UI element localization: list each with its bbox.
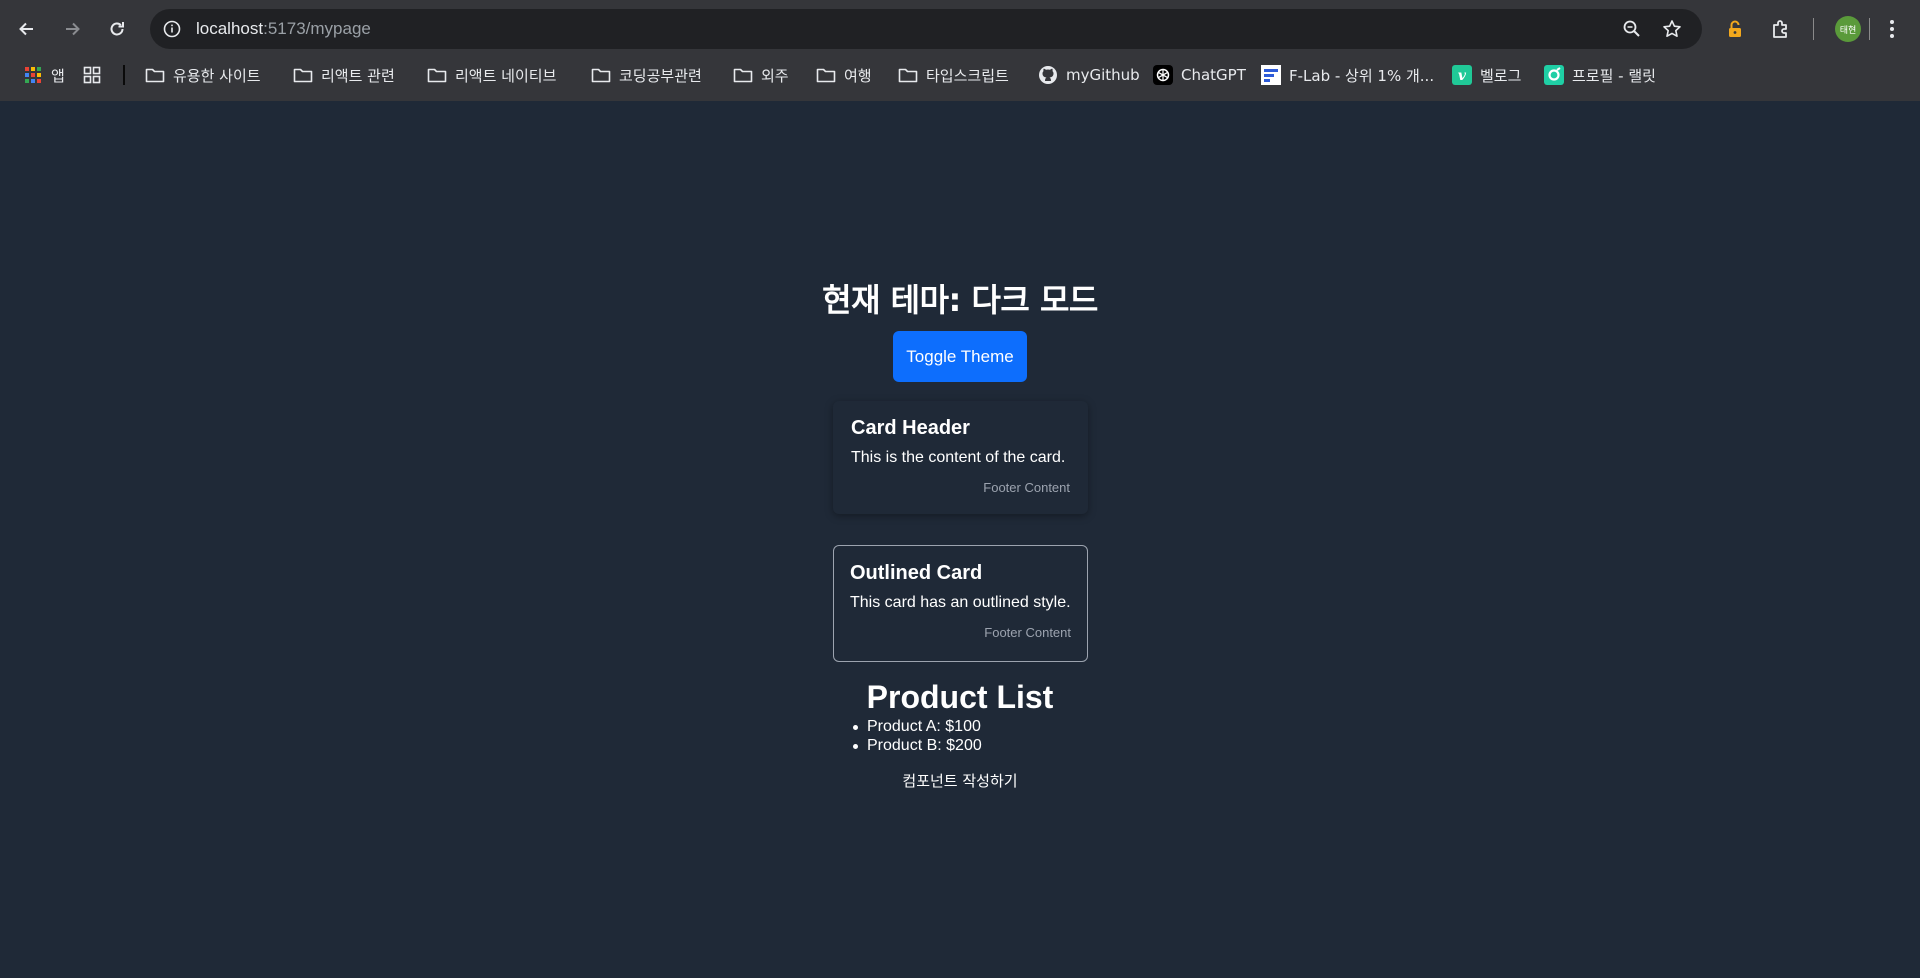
flab-icon bbox=[1261, 65, 1281, 85]
product-list-title: Product List bbox=[866, 679, 1054, 715]
bookmark-folder-useful-sites[interactable]: 유용한 사이트 bbox=[145, 62, 261, 88]
lock-extension-icon[interactable] bbox=[1721, 15, 1749, 43]
product-list: Product A: $100 Product B: $200 bbox=[853, 717, 982, 755]
card-footer: Footer Content bbox=[983, 480, 1070, 495]
extensions-icon[interactable] bbox=[1767, 15, 1795, 43]
arrow-left-icon bbox=[19, 22, 33, 36]
bookmark-flab[interactable]: F-Lab - 상위 1% 개... bbox=[1261, 62, 1434, 88]
list-item: Product B: $200 bbox=[853, 736, 982, 755]
github-icon bbox=[1038, 65, 1058, 85]
bookmark-label: 앱 bbox=[51, 66, 65, 85]
zoom-icon[interactable] bbox=[1620, 17, 1644, 41]
chatgpt-icon bbox=[1153, 65, 1173, 85]
card-header: Card Header bbox=[851, 417, 970, 439]
page-content: 현재 테마: 다크 모드 Toggle Theme Card Header Th… bbox=[0, 101, 1920, 978]
bookmark-label: ChatGPT bbox=[1181, 66, 1246, 84]
browser-toolbar: localhost:5173/mypage 태현 bbox=[0, 0, 1920, 58]
bookmark-label: 유용한 사이트 bbox=[173, 66, 261, 85]
url-path: :5173/mypage bbox=[263, 19, 371, 38]
list-item: Product A: $100 bbox=[853, 717, 982, 736]
browser-chrome: localhost:5173/mypage 태현 앱 유용한 사이트 리액트 관… bbox=[0, 0, 1920, 101]
bookmark-folder-travel[interactable]: 여행 bbox=[816, 62, 872, 88]
folder-icon bbox=[591, 65, 611, 85]
bookmark-label: 외주 bbox=[761, 66, 789, 85]
address-bar[interactable]: localhost:5173/mypage bbox=[150, 9, 1702, 49]
bookmarks-divider bbox=[123, 65, 125, 85]
folder-icon bbox=[898, 65, 918, 85]
bookmark-label: F-Lab - 상위 1% 개... bbox=[1289, 66, 1435, 85]
bullet-icon bbox=[853, 725, 858, 730]
product-label: Product B: $200 bbox=[867, 737, 982, 754]
folder-icon bbox=[427, 65, 447, 85]
bookmark-label: 벨로그 bbox=[1480, 66, 1522, 85]
product-label: Product A: $100 bbox=[867, 718, 981, 735]
bookmark-mygithub[interactable]: myGithub bbox=[1038, 62, 1140, 88]
url-host: localhost bbox=[196, 19, 264, 38]
outlined-card-content: This card has an outlined style. bbox=[850, 594, 1071, 611]
bookmark-chatgpt[interactable]: ChatGPT bbox=[1153, 62, 1246, 88]
bookmark-folder-react-native[interactable]: 리액트 네이티브 bbox=[427, 62, 556, 88]
bookmark-label: 리액트 네이티브 bbox=[455, 66, 557, 85]
bookmark-label: 리액트 관련 bbox=[321, 66, 395, 85]
star-icon[interactable] bbox=[1660, 17, 1684, 41]
write-component-text: 컴포넌트 작성하기 bbox=[902, 772, 1018, 790]
bookmark-folder-outsourcing[interactable]: 외주 bbox=[733, 62, 789, 88]
bookmark-label: myGithub bbox=[1066, 66, 1140, 84]
apps-grid-icon bbox=[23, 65, 43, 85]
folder-icon bbox=[293, 65, 313, 85]
tab-groups-icon bbox=[82, 65, 102, 85]
folder-icon bbox=[816, 65, 836, 85]
bookmark-folder-coding-study[interactable]: 코딩공부관련 bbox=[591, 62, 702, 88]
outlined-card: Outlined Card This card has an outlined … bbox=[833, 545, 1088, 662]
velog-icon: v bbox=[1452, 65, 1472, 85]
outlined-card-footer: Footer Content bbox=[984, 625, 1071, 640]
card-content: This is the content of the card. bbox=[851, 449, 1066, 466]
bookmark-label: 타입스크립트 bbox=[926, 66, 1009, 85]
card: Card Header This is the content of the c… bbox=[833, 401, 1088, 514]
bookmark-folder-react[interactable]: 리액트 관련 bbox=[293, 62, 395, 88]
bookmark-velog[interactable]: v 벨로그 bbox=[1452, 62, 1521, 88]
bookmark-apps[interactable]: 앱 bbox=[23, 62, 65, 88]
theme-title: 현재 테마: 다크 모드 bbox=[822, 281, 1098, 319]
url-text[interactable]: localhost:5173/mypage bbox=[196, 19, 371, 39]
bookmark-rallit[interactable]: 프로필 - 랠릿 bbox=[1544, 62, 1656, 88]
profile-avatar[interactable]: 태현 bbox=[1835, 16, 1861, 42]
toolbar-divider bbox=[1869, 18, 1870, 40]
bookmarks-bar: 앱 유용한 사이트 리액트 관련 리액트 네이티브 코딩공부관련 외주 여행 타… bbox=[0, 58, 1920, 92]
bullet-icon bbox=[853, 744, 858, 749]
reload-button[interactable] bbox=[101, 13, 133, 45]
reload-icon bbox=[110, 22, 124, 36]
toggle-theme-button[interactable]: Toggle Theme bbox=[893, 331, 1027, 382]
bookmark-tab-groups[interactable] bbox=[82, 62, 102, 88]
forward-button[interactable] bbox=[56, 13, 88, 45]
folder-icon bbox=[733, 65, 753, 85]
svg-text:v: v bbox=[1458, 68, 1467, 84]
bookmark-label: 코딩공부관련 bbox=[619, 66, 702, 85]
bookmark-label: 여행 bbox=[844, 66, 872, 85]
folder-icon bbox=[145, 65, 165, 85]
back-button[interactable] bbox=[11, 13, 43, 45]
arrow-right-icon bbox=[66, 22, 80, 36]
site-info-icon[interactable] bbox=[160, 17, 184, 41]
toolbar-divider bbox=[1813, 18, 1814, 40]
rallit-icon bbox=[1544, 65, 1564, 85]
bookmark-folder-typescript[interactable]: 타입스크립트 bbox=[898, 62, 1009, 88]
menu-kebab-icon[interactable] bbox=[1878, 15, 1906, 43]
bookmark-label: 프로필 - 랠릿 bbox=[1572, 66, 1656, 85]
outlined-card-header: Outlined Card bbox=[850, 562, 983, 584]
